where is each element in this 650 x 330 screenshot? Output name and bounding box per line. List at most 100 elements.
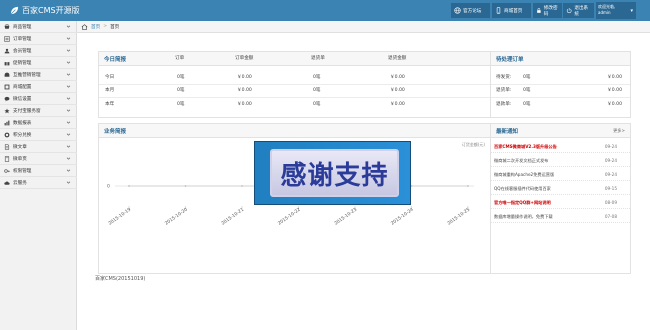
notice-date: 08-09 bbox=[604, 200, 617, 205]
daily-row-label: 本月 bbox=[105, 88, 115, 93]
notice-date: 09-15 bbox=[604, 186, 617, 191]
chevron-down-icon bbox=[66, 121, 71, 124]
breadcrumb: 首页 > 首页 bbox=[77, 21, 650, 33]
notice-item[interactable]: 数据库增量操作说明，免费下载 07-08 bbox=[491, 210, 630, 223]
daily-cell-returns: 0笔 bbox=[313, 75, 321, 80]
sidebar-item[interactable]: 会员管理 bbox=[0, 45, 77, 57]
notice-date: 09-24 bbox=[604, 158, 617, 163]
chevron-down-icon bbox=[66, 37, 71, 40]
sidebar: 商品管理订单管理会员管理促销管理互推营销管理 商城配置 微信设置支付宝服务窗数据报表… bbox=[0, 21, 77, 330]
logout-button[interactable]: 退出系统 bbox=[563, 3, 594, 18]
sidebar-item[interactable]: 商品管理 bbox=[0, 21, 77, 33]
notice-item[interactable]: QQ在线客服插件代码使用百家 09-15 bbox=[491, 182, 630, 195]
user-menu[interactable]: 欢迎光临, admin ▾ bbox=[596, 2, 636, 19]
chevron-down-icon bbox=[66, 157, 71, 160]
brand[interactable]: 百家CMS开源版 bbox=[10, 5, 80, 16]
forum-button[interactable]: 官方论坛 bbox=[451, 3, 490, 18]
data-point[interactable] bbox=[467, 185, 469, 187]
pending-row-count: 0笔 bbox=[523, 102, 531, 107]
caret-down-icon: ▾ bbox=[630, 8, 633, 14]
pending-row-label: 退货单: bbox=[496, 88, 512, 93]
notice-item[interactable]: 官方唯一指定QQ群+网站说明 08-09 bbox=[491, 196, 630, 209]
thanks-overlay-panel: 感谢支持 bbox=[270, 149, 399, 197]
globe-icon bbox=[454, 7, 461, 14]
breadcrumb-home-link[interactable]: 首页 bbox=[91, 24, 100, 30]
daily-briefing-panel: 今日简报 订单 订单金额 退货单 退货金额 今日 0笔 ￥0.00 0笔 ￥0.00 本月 0笔 ￥0… bbox=[98, 51, 491, 118]
key-icon bbox=[4, 168, 10, 173]
row-divider bbox=[99, 97, 490, 98]
sidebar-item[interactable]: 云服务 bbox=[0, 177, 77, 189]
pending-row-label: 待发货: bbox=[496, 75, 512, 80]
change-password-button[interactable]: 修改密码 bbox=[533, 3, 562, 18]
data-point[interactable] bbox=[241, 185, 243, 187]
notice-title: 微商城二次开发文档正式发布 bbox=[494, 158, 549, 163]
chat-icon bbox=[4, 96, 10, 101]
data-point[interactable] bbox=[184, 185, 187, 187]
notice-item[interactable]: 微商城重构Apache2免费运营版 09-24 bbox=[491, 168, 630, 181]
notices-title: 最新通知 更多> bbox=[491, 124, 630, 138]
pending-row-label: 退款单: bbox=[496, 102, 512, 107]
sidebar-item[interactable]: 订单管理 bbox=[0, 33, 77, 45]
row-divider bbox=[491, 84, 630, 85]
chart-icon bbox=[4, 120, 10, 125]
sidebar-item[interactable]: 微单页 bbox=[0, 153, 77, 165]
sidebar-item[interactable]: 微信设置 bbox=[0, 93, 77, 105]
data-point[interactable] bbox=[128, 185, 130, 187]
row-divider bbox=[491, 97, 630, 98]
notices-panel: 最新通知 更多> 百家CMS微商城V2.3版升级公告 09-24 微商城二次开发文档… bbox=[490, 123, 631, 274]
sidebar-item[interactable]: 促销管理 bbox=[0, 57, 77, 69]
app-title: 百家CMS开源版 bbox=[22, 6, 80, 15]
star-icon bbox=[4, 107, 10, 113]
sidebar-item[interactable]: 权限管理 bbox=[0, 165, 77, 177]
sidebar-item-label: 云服务 bbox=[13, 180, 27, 186]
chevron-down-icon bbox=[66, 73, 71, 76]
logout-label: 退出系统 bbox=[574, 5, 589, 17]
doc-icon bbox=[4, 143, 10, 150]
settings-icon bbox=[4, 84, 10, 89]
notice-item[interactable]: 百家CMS微商城V2.3版升级公告 09-24 bbox=[491, 140, 630, 153]
leaf-icon bbox=[10, 6, 19, 15]
shop-icon bbox=[4, 23, 10, 29]
daily-row-label: 今日 bbox=[105, 75, 115, 80]
chevron-down-icon bbox=[66, 97, 71, 100]
user-name: admin bbox=[598, 10, 611, 15]
daily-column-header: 订单 bbox=[175, 56, 185, 61]
chevron-down-icon bbox=[66, 109, 71, 112]
sidebar-item[interactable]: 互推营销管理 bbox=[0, 69, 77, 81]
shop-home-button[interactable]: 商城首页 bbox=[492, 3, 531, 18]
chevron-down-icon bbox=[66, 25, 71, 28]
sidebar-item[interactable]: 微文章 bbox=[0, 141, 77, 153]
breadcrumb-separator: > bbox=[103, 24, 108, 29]
sidebar-item[interactable]: 积分兑换 bbox=[0, 129, 77, 141]
notice-item[interactable]: 微商城二次开发文档正式发布 09-24 bbox=[491, 154, 630, 167]
sidebar-item-label: 订单管理 bbox=[13, 36, 32, 42]
daily-row-label: 本年 bbox=[105, 102, 115, 107]
y-tick-label: 0 bbox=[107, 184, 110, 190]
user-icon bbox=[4, 48, 10, 53]
sidebar-item-label: 商品管理 bbox=[13, 24, 32, 30]
notice-title: 微商城重构Apache2免费运营版 bbox=[494, 172, 555, 177]
daily-cell-amount: ￥0.00 bbox=[237, 102, 252, 107]
share-icon bbox=[4, 72, 10, 77]
home-icon bbox=[81, 23, 88, 30]
notice-title: QQ在线客服插件代码使用百家 bbox=[494, 186, 551, 191]
notices-more-link[interactable]: 更多> bbox=[613, 128, 625, 134]
sidebar-item-label: 支付宝服务窗 bbox=[13, 108, 41, 114]
notice-title: 数据库增量操作说明，免费下载 bbox=[494, 214, 553, 219]
pending-row-amount: ￥0.00 bbox=[607, 75, 622, 80]
x-tick-label: 2015-10-21 bbox=[220, 207, 245, 227]
sidebar-item[interactable]: 数据报表 bbox=[0, 117, 77, 129]
sidebar-item-label: 微文章 bbox=[13, 144, 27, 150]
sidebar-item[interactable]: 商城配置 bbox=[0, 81, 77, 93]
daily-cell-returns: 0笔 bbox=[313, 88, 321, 93]
sidebar-item-label: 会员管理 bbox=[13, 48, 32, 54]
sidebar-item[interactable]: 支付宝服务窗 bbox=[0, 105, 77, 117]
daily-cell-orders: 0笔 bbox=[177, 75, 185, 80]
list-icon bbox=[4, 35, 10, 42]
notices-title-text: 最新通知 bbox=[496, 128, 519, 135]
daily-cell-amount: ￥0.00 bbox=[237, 75, 252, 80]
daily-cell-orders: 0笔 bbox=[177, 102, 185, 107]
page-icon bbox=[4, 155, 10, 162]
daily-column-header: 订单金额 bbox=[235, 56, 254, 61]
sidebar-item-label: 促销管理 bbox=[13, 60, 32, 66]
